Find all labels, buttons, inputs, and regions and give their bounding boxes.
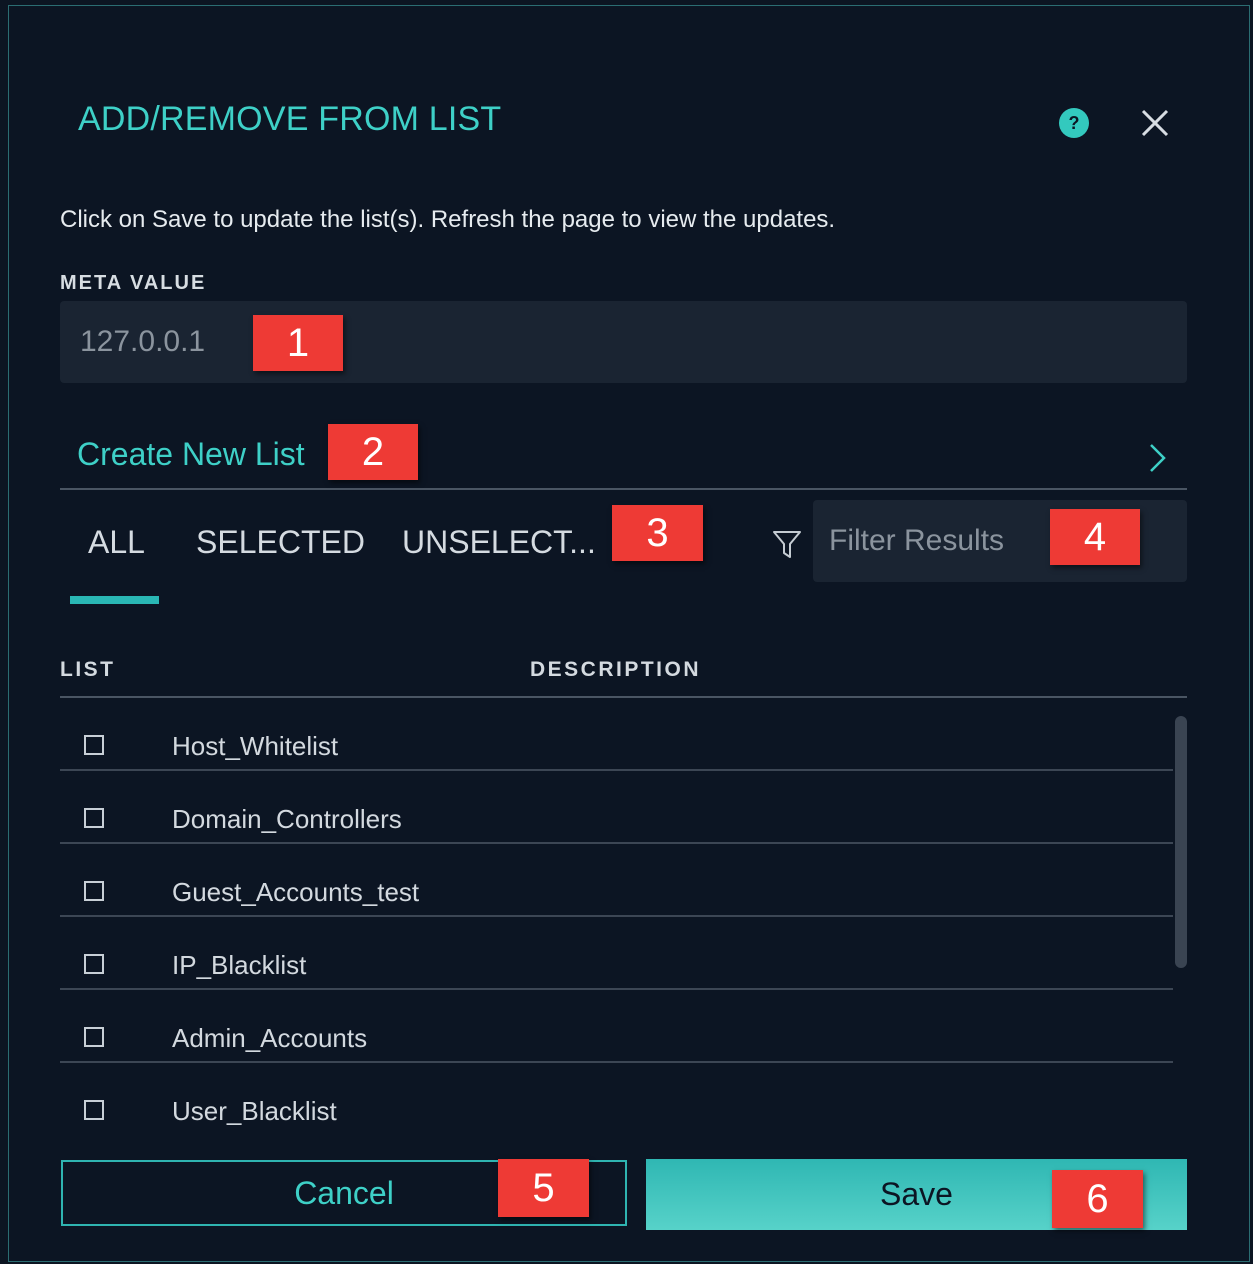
annotation-badge-1: 1 bbox=[253, 315, 343, 371]
active-tab-indicator bbox=[70, 596, 159, 604]
list-table-body: Host_Whitelist Domain_Controllers Guest_… bbox=[60, 698, 1173, 1150]
table-row[interactable]: User_Blacklist bbox=[60, 1063, 1173, 1136]
row-checkbox[interactable] bbox=[84, 954, 104, 974]
table-row[interactable]: Domain_Controllers bbox=[60, 771, 1173, 844]
annotation-badge-3: 3 bbox=[612, 505, 703, 561]
column-header-description: DESCRIPTION bbox=[530, 658, 702, 681]
table-row[interactable]: Host_Whitelist bbox=[60, 698, 1173, 771]
annotation-badge-4: 4 bbox=[1050, 509, 1140, 565]
table-row[interactable]: IP_Blacklist bbox=[60, 917, 1173, 990]
tab-selected[interactable]: SELECTED bbox=[196, 524, 365, 561]
row-checkbox[interactable] bbox=[84, 1100, 104, 1120]
tab-unselected[interactable]: UNSELECT... bbox=[402, 524, 596, 561]
row-list-name: IP_Blacklist bbox=[172, 950, 307, 980]
table-row[interactable]: Admin_Accounts bbox=[60, 990, 1173, 1063]
row-checkbox[interactable] bbox=[84, 808, 104, 828]
create-new-list-link[interactable]: Create New List bbox=[77, 436, 305, 473]
chevron-right-icon[interactable] bbox=[1145, 442, 1169, 474]
instruction-text: Click on Save to update the list(s). Ref… bbox=[60, 206, 836, 233]
annotation-badge-6: 6 bbox=[1052, 1170, 1143, 1228]
column-header-list: LIST bbox=[60, 658, 116, 681]
help-icon[interactable]: ? bbox=[1059, 108, 1089, 138]
close-icon[interactable] bbox=[1138, 106, 1172, 140]
row-list-name: Admin_Accounts bbox=[172, 1023, 368, 1053]
row-list-name: Domain_Controllers bbox=[172, 804, 402, 834]
table-row[interactable]: Guest_Accounts_test bbox=[60, 844, 1173, 917]
list-scrollbar[interactable] bbox=[1175, 716, 1187, 968]
row-list-name: User_Blacklist bbox=[172, 1096, 337, 1126]
row-list-name: Host_Whitelist bbox=[172, 731, 339, 761]
filter-icon bbox=[773, 531, 801, 558]
row-checkbox[interactable] bbox=[84, 881, 104, 901]
meta-value-input[interactable] bbox=[60, 301, 1187, 383]
row-list-name: Guest_Accounts_test bbox=[172, 877, 420, 907]
dialog-title: ADD/REMOVE FROM LIST bbox=[78, 100, 502, 138]
annotation-badge-5: 5 bbox=[498, 1159, 589, 1217]
row-checkbox[interactable] bbox=[84, 1027, 104, 1047]
row-checkbox[interactable] bbox=[84, 735, 104, 755]
annotation-badge-2: 2 bbox=[328, 424, 418, 480]
create-new-list-row[interactable]: Create New List bbox=[60, 418, 1187, 490]
meta-value-label: META VALUE bbox=[60, 272, 207, 294]
tab-all[interactable]: ALL bbox=[88, 524, 145, 561]
